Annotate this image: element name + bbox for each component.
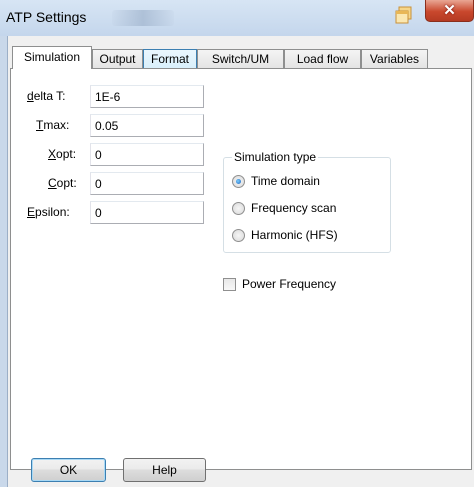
tab-format[interactable]: Format (143, 49, 197, 68)
tab-switch-um[interactable]: Switch/UM (197, 49, 284, 68)
power-frequency-label: Power Frequency (242, 277, 337, 291)
close-icon: ✕ (443, 2, 456, 19)
tmax-label: Tmax: (36, 118, 70, 132)
radio-time-domain-label: Time domain (251, 174, 320, 188)
simulation-type-title: Simulation type (232, 150, 319, 164)
title-bar: ATP Settings ✕ (0, 0, 474, 36)
ok-button[interactable]: OK (31, 458, 106, 482)
tab-simulation[interactable]: Simulation (12, 46, 92, 69)
power-frequency-checkbox[interactable] (223, 277, 236, 291)
delta-t-field[interactable] (90, 85, 204, 108)
radio-time-domain[interactable]: Time domain (232, 173, 320, 189)
restore-window-icon[interactable] (394, 6, 414, 24)
tab-variables[interactable]: Variables (361, 49, 428, 68)
xopt-field[interactable] (90, 143, 204, 166)
tab-output[interactable]: Output (92, 49, 143, 68)
radio-harmonic-hfs-label: Harmonic (HFS) (251, 228, 338, 242)
radio-frequency-scan-label: Frequency scan (251, 201, 337, 215)
power-frequency-checkbox-row[interactable]: Power Frequency (223, 276, 336, 292)
delta-t-label: delta T: (27, 89, 66, 103)
close-button[interactable]: ✕ (425, 0, 474, 22)
simulation-type-group: Simulation type Time domain Frequency sc… (223, 150, 391, 253)
help-button[interactable]: Help (123, 458, 206, 482)
copt-label: Copt: (48, 176, 77, 190)
title-smudge (112, 10, 174, 26)
epsilon-label: Epsilon: (27, 205, 70, 219)
tab-load-flow[interactable]: Load flow (284, 49, 361, 68)
window-title: ATP Settings (6, 9, 87, 25)
simulation-panel: delta T: Tmax: Xopt: Copt: Epsilon: Simu… (10, 68, 472, 470)
radio-frequency-scan[interactable]: Frequency scan (232, 200, 336, 216)
xopt-label: Xopt: (48, 147, 77, 161)
radio-unchecked-icon[interactable] (232, 201, 245, 215)
radio-unchecked-icon[interactable] (232, 228, 245, 242)
copt-field[interactable] (90, 172, 204, 195)
dialog-client: Simulation Output Format Switch/UM Load … (7, 36, 474, 487)
radio-harmonic-hfs[interactable]: Harmonic (HFS) (232, 227, 338, 243)
tmax-field[interactable] (90, 114, 204, 137)
radio-checked-icon[interactable] (232, 174, 245, 188)
epsilon-field[interactable] (90, 201, 204, 224)
